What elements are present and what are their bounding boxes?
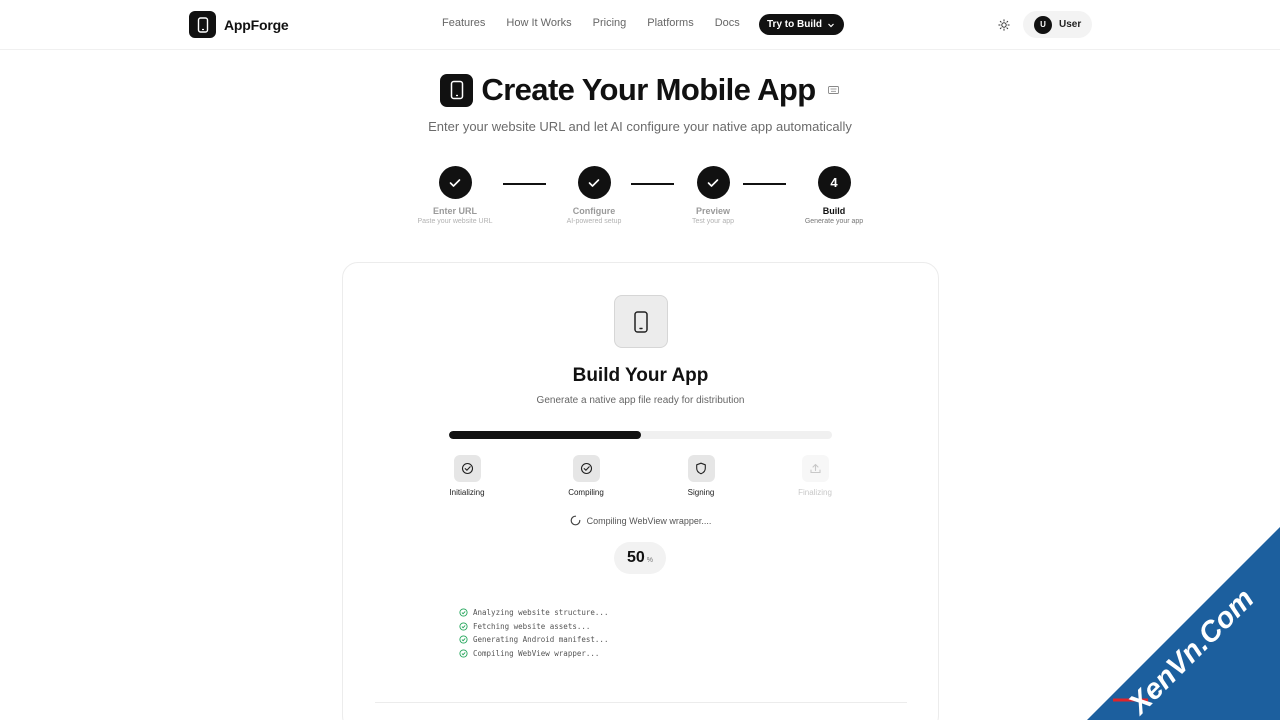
step-preview[interactable]: Preview Test your app [653,166,773,225]
keyboard-icon [828,84,840,96]
check-icon [577,166,611,199]
log-entry: Generating Android manifest... [459,633,608,647]
step-subtitle: AI-powered setup [566,218,622,225]
stage-label: Finalizing [798,488,832,497]
main-nav: Features How It Works Pricing Platforms … [442,17,761,29]
theme-toggle-button[interactable] [996,17,1011,32]
build-status: Compiling WebView wrapper.... [343,515,938,526]
stage-label: Signing [687,488,715,497]
build-card: Build Your App Generate a native app fil… [342,262,939,720]
phone-icon [189,11,216,38]
percent-unit: % [646,556,654,564]
watermark-logo: XenVn.Com [1087,527,1280,720]
check-circle-icon [459,608,468,617]
stage-label: Compiling [568,488,604,497]
chevron-down-icon [828,23,834,27]
try-to-build-label: Try to Build [767,19,822,30]
nav-how-it-works[interactable]: How It Works [506,17,571,29]
user-menu-button[interactable]: U User [1023,11,1092,38]
step-number: 4 [817,166,851,199]
spinner-icon [570,515,581,526]
smartphone-icon [614,295,668,348]
stage-compiling: Compiling [551,455,621,497]
check-circle-icon [459,635,468,644]
try-to-build-button[interactable]: Try to Build [759,14,844,35]
progress-fill [449,431,641,439]
build-log: Analyzing website structure... Fetching … [459,606,608,660]
log-text: Generating Android manifest... [473,635,609,645]
check-icon [438,166,472,199]
step-title: Build [822,206,846,216]
stage-initializing: Initializing [432,455,502,497]
progress-percentage: 50 % [614,542,666,574]
brand-name: AppForge [224,16,289,33]
build-progress-bar [449,431,832,439]
build-status-text: Compiling WebView wrapper.... [586,515,712,526]
nav-features[interactable]: Features [442,17,485,29]
top-navbar: AppForge Features How It Works Pricing P… [0,0,1280,50]
card-subtitle: Generate a native app file ready for dis… [536,395,745,406]
step-title: Enter URL [432,206,477,216]
progress-stepper: Enter URL Paste your website URL Configu… [0,166,1280,236]
step-subtitle: Test your app [691,218,735,225]
card-title: Build Your App [572,365,709,386]
divider [375,702,907,703]
step-enter-url[interactable]: Enter URL Paste your website URL [395,166,515,225]
log-entry: Compiling WebView wrapper... [459,647,608,661]
avatar: U [1034,15,1052,34]
nav-platforms[interactable]: Platforms [647,17,693,29]
step-build[interactable]: 4 Build Generate your app [774,166,894,225]
hero-heading: Create Your Mobile App [0,72,1280,108]
brand[interactable]: AppForge [189,11,289,38]
shield-icon [687,455,715,482]
step-subtitle: Generate your app [804,218,864,225]
nav-pricing[interactable]: Pricing [593,17,627,29]
page-title: Create Your Mobile App [481,72,816,107]
sun-icon [997,18,1010,31]
step-configure[interactable]: Configure AI-powered setup [534,166,654,225]
user-name: User [1059,19,1082,30]
stage-finalizing: Finalizing [780,455,850,497]
check-circle-icon [459,649,468,658]
page-subtitle: Enter your website URL and let AI config… [428,119,852,134]
check-circle-icon [453,455,481,482]
check-circle-icon [572,455,600,482]
log-text: Compiling WebView wrapper... [473,648,600,658]
check-circle-icon [459,622,468,631]
step-subtitle: Paste your website URL [417,218,493,225]
stage-signing: Signing [666,455,736,497]
check-icon [696,166,730,199]
log-text: Analyzing website structure... [473,608,609,618]
upload-icon [801,455,829,482]
stage-label: Initializing [449,488,485,497]
percent-value: 50 [626,549,645,566]
step-title: Configure [572,206,616,216]
nav-docs[interactable]: Docs [715,17,740,29]
step-title: Preview [695,206,731,216]
phone-icon [440,73,474,107]
log-entry: Fetching website assets... [459,620,608,634]
log-text: Fetching website assets... [473,621,591,631]
log-entry: Analyzing website structure... [459,606,608,620]
